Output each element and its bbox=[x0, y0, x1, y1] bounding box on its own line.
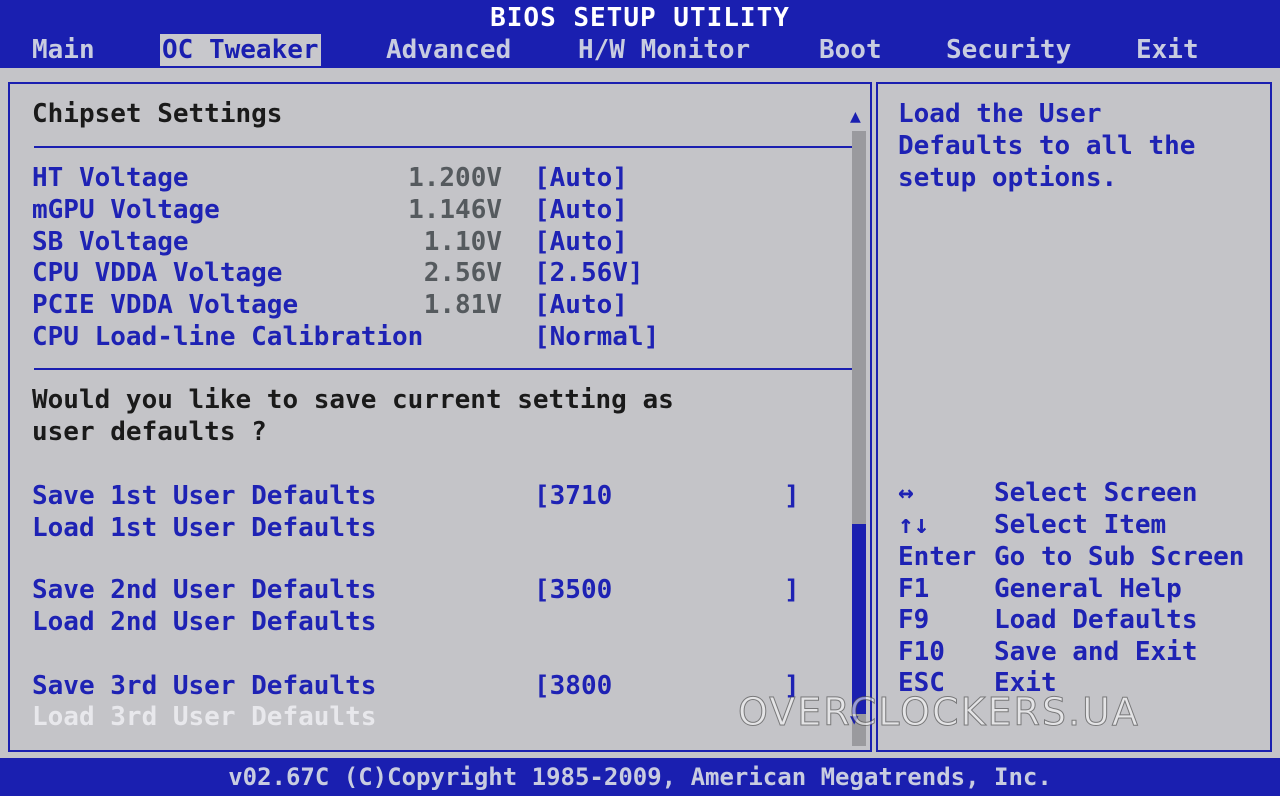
setting-label: HT Voltage bbox=[32, 163, 189, 193]
help-text-line: setup options. bbox=[898, 163, 1118, 193]
setting-label: CPU VDDA Voltage bbox=[32, 258, 283, 288]
section-title: Chipset Settings bbox=[32, 99, 283, 129]
setting-value: 1.146V bbox=[408, 195, 502, 225]
setting-option[interactable]: [2.56V] bbox=[534, 257, 644, 289]
setting-value: 1.10V bbox=[423, 227, 502, 257]
scrollbar-thumb[interactable] bbox=[852, 524, 866, 714]
save-question: Would you like to save current setting a… bbox=[32, 385, 674, 415]
setting-label: mGPU Voltage bbox=[32, 195, 220, 225]
save-value-close: ] bbox=[784, 575, 800, 605]
setting-value: 1.200V bbox=[408, 163, 502, 193]
up-down-arrow-icon: ↑↓ bbox=[898, 510, 930, 540]
tab-advanced[interactable]: Advanced bbox=[384, 34, 513, 66]
setting-value: 2.56V bbox=[423, 258, 502, 288]
setting-option[interactable]: [Auto] bbox=[534, 162, 628, 194]
save-value-close: ] bbox=[784, 481, 800, 511]
copyright-footer: v02.67C (C)Copyright 1985-2009, American… bbox=[0, 758, 1280, 793]
setting-option[interactable]: [Auto] bbox=[534, 226, 628, 258]
key-desc: Load Defaults bbox=[994, 605, 1198, 635]
save-value[interactable]: [3800 bbox=[534, 670, 612, 702]
window-title: BIOS SETUP UTILITY bbox=[0, 0, 1280, 34]
setting-label: PCIE VDDA Voltage bbox=[32, 290, 299, 320]
key-name: F1 bbox=[898, 574, 930, 604]
save-question: user defaults ? bbox=[32, 417, 267, 447]
key-name: F10 bbox=[898, 637, 945, 667]
setting-option[interactable]: [Auto] bbox=[534, 289, 628, 321]
key-name: F9 bbox=[898, 605, 930, 635]
key-desc: Go to Sub Screen bbox=[994, 542, 1245, 572]
key-name: Enter bbox=[898, 542, 977, 572]
save-label: Save 2nd User Defaults bbox=[32, 575, 377, 605]
watermark-logo: OVERCLOCKERS.UA bbox=[738, 690, 1140, 735]
tab-oc-tweaker[interactable]: OC Tweaker bbox=[160, 34, 321, 66]
setting-value: 1.81V bbox=[423, 290, 502, 320]
load-user-defaults-2[interactable]: Load 2nd User Defaults bbox=[32, 606, 376, 638]
menu-bar: Main OC Tweaker Advanced H/W Monitor Boo… bbox=[0, 34, 1280, 68]
setting-option[interactable]: [Auto] bbox=[534, 194, 628, 226]
save-value[interactable]: [3500 bbox=[534, 574, 612, 606]
load-user-defaults-1[interactable]: Load 1st User Defaults bbox=[32, 512, 376, 544]
tab-exit[interactable]: Exit bbox=[1134, 34, 1201, 66]
scroll-up-icon[interactable]: ▲ bbox=[850, 106, 861, 127]
divider bbox=[34, 368, 860, 370]
divider bbox=[34, 146, 860, 148]
main-area: Chipset Settings HT Voltage 1.200V [Auto… bbox=[0, 68, 1280, 758]
tab-boot[interactable]: Boot bbox=[817, 34, 884, 66]
setting-option[interactable]: [Normal] bbox=[534, 321, 659, 353]
tab-security[interactable]: Security bbox=[944, 34, 1073, 66]
save-value[interactable]: [3710 bbox=[534, 480, 612, 512]
key-desc: Save and Exit bbox=[994, 637, 1198, 667]
setting-label: CPU Load-line Calibration bbox=[32, 322, 424, 352]
save-label: Save 1st User Defaults bbox=[32, 481, 377, 511]
help-text-line: Load the User bbox=[898, 99, 1102, 129]
key-desc: Select Screen bbox=[994, 478, 1198, 508]
setting-label: SB Voltage bbox=[32, 227, 189, 257]
tab-main[interactable]: Main bbox=[30, 34, 97, 66]
help-text-line: Defaults to all the bbox=[898, 131, 1196, 161]
key-desc: General Help bbox=[994, 574, 1182, 604]
load-user-defaults-3-selected[interactable]: Load 3rd User Defaults bbox=[32, 701, 376, 733]
key-desc: Select Item bbox=[994, 510, 1167, 540]
save-label: Save 3rd User Defaults bbox=[32, 671, 377, 701]
tab-hw-monitor[interactable]: H/W Monitor bbox=[576, 34, 752, 66]
help-panel: Load the User Defaults to all the setup … bbox=[876, 82, 1272, 752]
settings-panel: Chipset Settings HT Voltage 1.200V [Auto… bbox=[8, 82, 872, 752]
left-right-arrow-icon: ↔ bbox=[898, 478, 914, 508]
